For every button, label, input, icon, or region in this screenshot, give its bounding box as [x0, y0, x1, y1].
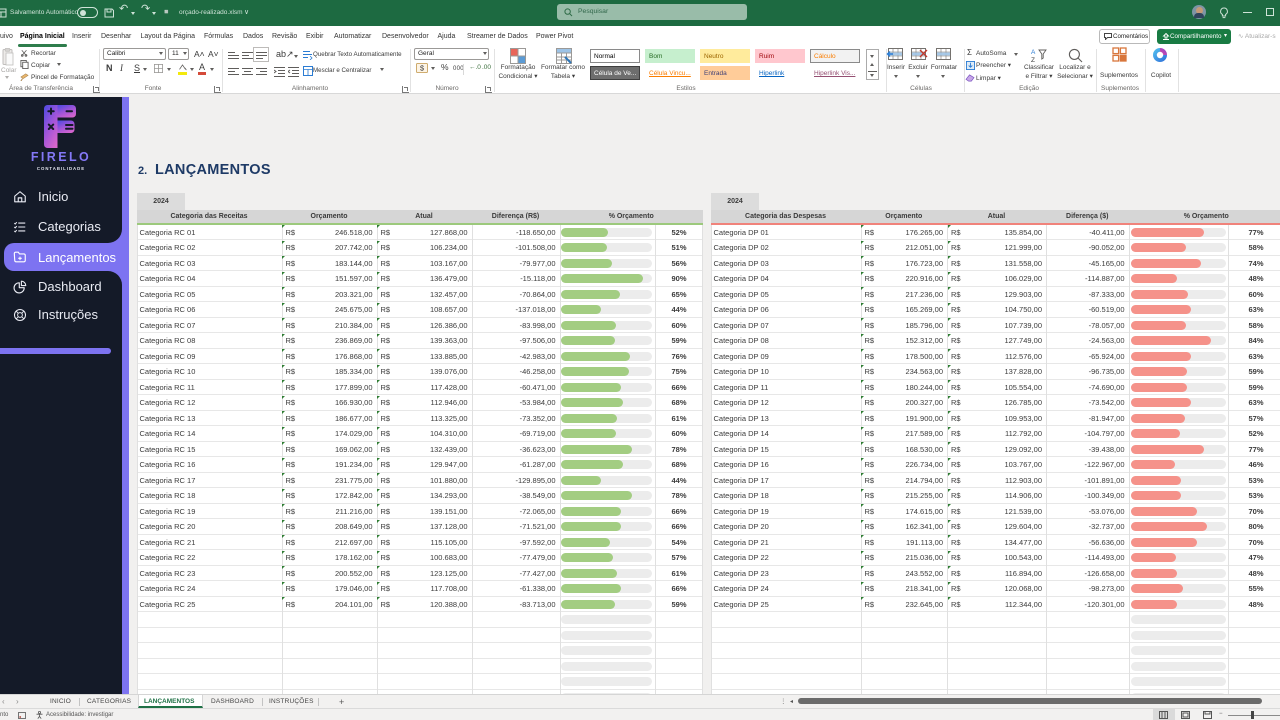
svg-text:$: $ [420, 63, 424, 72]
svg-text:A: A [1031, 49, 1036, 56]
svg-text:Z: Z [1031, 57, 1035, 63]
